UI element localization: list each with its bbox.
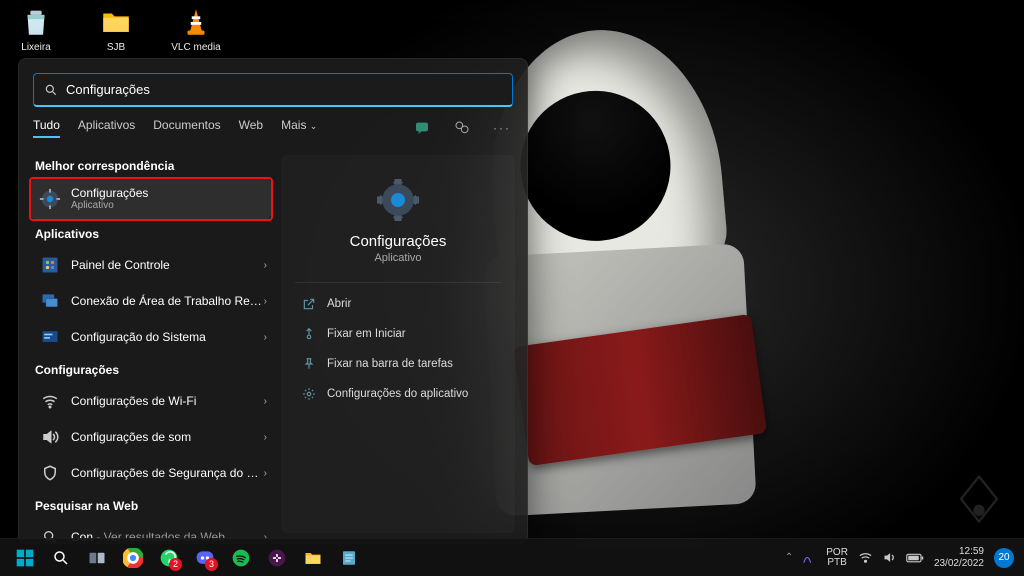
system-tray: ⌃	[785, 551, 816, 565]
more-options-icon[interactable]: ···	[491, 117, 513, 139]
shield-icon	[39, 462, 61, 484]
desktop-icon-label: VLC media	[171, 42, 220, 53]
taskbar-taskview-button[interactable]	[82, 543, 112, 573]
preview-title: Configurações	[350, 233, 447, 250]
desktop-icon-vlc[interactable]: VLC media	[168, 4, 224, 53]
result-title: Configurações	[71, 186, 148, 200]
chevron-right-icon: ›	[264, 432, 267, 443]
tab-all[interactable]: Tudo	[33, 118, 60, 138]
desktop-icon-label: Lixeira	[21, 42, 50, 53]
tab-documents[interactable]: Documentos	[153, 118, 220, 138]
taskbar-notepad-button[interactable]	[334, 543, 364, 573]
preview-pane: Configurações Aplicativo Abrir Fixar em …	[281, 155, 515, 533]
sound-icon[interactable]	[882, 550, 897, 565]
action-pin-start[interactable]: Fixar em Iniciar	[295, 319, 501, 349]
section-header-settings: Configurações	[35, 363, 267, 377]
section-header-apps: Aplicativos	[35, 227, 267, 241]
taskbar-app-button[interactable]	[262, 543, 292, 573]
result-subtitle: Aplicativo	[71, 200, 148, 212]
badge-count: 2	[169, 558, 182, 571]
language-indicator[interactable]: POR PTB	[826, 548, 848, 568]
desktop-icon-recycle-bin[interactable]: Lixeira	[8, 4, 64, 53]
section-header-best: Melhor correspondência	[35, 159, 267, 173]
action-open[interactable]: Abrir	[295, 289, 501, 319]
result-security-settings[interactable]: Configurações de Segurança do Windows ›	[31, 455, 271, 491]
open-icon	[301, 296, 317, 312]
search-tabs: Tudo Aplicativos Documentos Web Mais ⌄ ·…	[19, 107, 527, 145]
tab-apps[interactable]: Aplicativos	[78, 118, 135, 138]
pin-icon	[301, 326, 317, 342]
result-sound-settings[interactable]: Configurações de som ›	[31, 419, 271, 455]
gear-icon	[377, 179, 419, 221]
vlc-cone-icon	[178, 4, 214, 40]
action-pin-taskbar[interactable]: Fixar na barra de tarefas	[295, 349, 501, 379]
rewards-icon[interactable]	[451, 117, 473, 139]
tray-app-icon[interactable]	[802, 551, 816, 565]
section-header-web: Pesquisar na Web	[35, 499, 267, 513]
gear-icon	[39, 188, 61, 210]
battery-icon[interactable]	[906, 552, 924, 564]
annotation-highlight	[29, 177, 273, 221]
chat-icon[interactable]	[411, 117, 433, 139]
folder-icon	[98, 4, 134, 40]
search-input[interactable]	[66, 82, 502, 97]
taskbar-explorer-button[interactable]	[298, 543, 328, 573]
search-box[interactable]	[33, 73, 513, 107]
msconfig-icon	[39, 326, 61, 348]
wallpaper-logo-icon	[952, 472, 1006, 526]
taskbar-discord-button[interactable]: 3	[190, 543, 220, 573]
wifi-icon	[39, 390, 61, 412]
chevron-right-icon: ›	[264, 468, 267, 479]
result-remote-desktop[interactable]: Conexão de Área de Trabalho Remota ›	[31, 283, 271, 319]
taskbar: 2 3 ⌃ POR PTB 12:59 23/02/2022 20	[0, 538, 1024, 576]
badge-count: 3	[205, 558, 218, 571]
tab-more[interactable]: Mais ⌄	[281, 118, 317, 138]
pin-icon	[301, 356, 317, 372]
wifi-icon[interactable]	[858, 550, 873, 565]
taskbar-search-button[interactable]	[46, 543, 76, 573]
desktop-icon-folder[interactable]: SJB	[88, 4, 144, 53]
result-control-panel[interactable]: Painel de Controle ›	[31, 247, 271, 283]
preview-subtitle: Aplicativo	[374, 252, 421, 264]
control-panel-icon	[39, 254, 61, 276]
sound-icon	[39, 426, 61, 448]
taskbar-spotify-button[interactable]	[226, 543, 256, 573]
taskbar-clock[interactable]: 12:59 23/02/2022	[934, 546, 984, 569]
start-button[interactable]	[10, 543, 40, 573]
taskbar-chrome-button[interactable]	[118, 543, 148, 573]
chevron-right-icon: ›	[264, 260, 267, 271]
result-wifi-settings[interactable]: Configurações de Wi-Fi ›	[31, 383, 271, 419]
result-best-match[interactable]: Configurações Aplicativo	[31, 179, 271, 219]
chevron-right-icon: ›	[264, 332, 267, 343]
recycle-bin-icon	[18, 4, 54, 40]
chevron-down-icon: ⌄	[310, 121, 318, 131]
desktop-icon-label: SJB	[107, 42, 125, 53]
notification-center-button[interactable]: 20	[994, 548, 1014, 568]
taskbar-whatsapp-button[interactable]: 2	[154, 543, 184, 573]
tab-web[interactable]: Web	[239, 118, 263, 138]
chevron-right-icon: ›	[264, 396, 267, 407]
result-system-config[interactable]: Configuração do Sistema ›	[31, 319, 271, 355]
chevron-right-icon: ›	[264, 296, 267, 307]
gear-icon	[301, 386, 317, 402]
tray-chevron-icon[interactable]: ⌃	[785, 552, 793, 563]
remote-desktop-icon	[39, 290, 61, 312]
search-icon	[44, 83, 58, 97]
start-search-panel: Tudo Aplicativos Documentos Web Mais ⌄ ·…	[18, 58, 528, 544]
action-app-settings[interactable]: Configurações do aplicativo	[295, 379, 501, 409]
